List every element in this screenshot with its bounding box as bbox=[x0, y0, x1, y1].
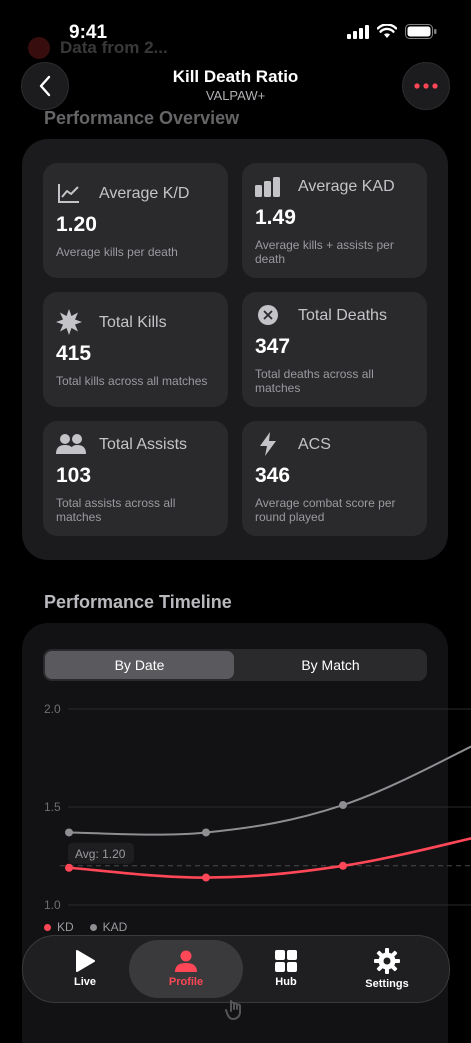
page-subtitle: VALPAW+ bbox=[205, 88, 266, 103]
stat-value: 415 bbox=[56, 342, 92, 365]
stat-tile-average-kad[interactable]: Average KAD 1.49 Average kills + assists… bbox=[242, 163, 427, 278]
data-point-kad bbox=[339, 801, 347, 810]
battery-icon bbox=[405, 24, 437, 39]
tab-profile[interactable]: Profile bbox=[129, 940, 243, 998]
bar-chart-icon bbox=[255, 174, 281, 200]
data-point-kd bbox=[65, 863, 73, 872]
data-point-kad bbox=[65, 828, 73, 837]
stat-label: Average KAD bbox=[298, 178, 395, 195]
stat-description: Total deaths across all matches bbox=[255, 367, 374, 395]
tab-label: Live bbox=[73, 976, 96, 988]
segment-by-date[interactable]: By Date bbox=[45, 651, 234, 679]
legend-dot-kad bbox=[89, 923, 97, 931]
stat-tile-total-kills[interactable]: Total Kills 415 Total kills across all m… bbox=[43, 292, 228, 407]
y-tick-label: 1.5 bbox=[44, 800, 61, 814]
timeline-segmented-control: By Date By Match bbox=[43, 649, 427, 681]
stat-tile-total-deaths[interactable]: Total Deaths 347 Total deaths across all… bbox=[242, 292, 427, 407]
stat-tile-total-assists[interactable]: Total Assists 103 Total assists across a… bbox=[43, 421, 228, 536]
y-tick-label: 1.0 bbox=[44, 898, 61, 912]
page-title: Kill Death Ratio bbox=[172, 67, 299, 86]
tab-hub[interactable]: Hub bbox=[230, 940, 342, 998]
overview-section-title: Performance Overview bbox=[44, 108, 240, 128]
stat-value: 1.49 bbox=[255, 206, 296, 229]
stat-label: Total Deaths bbox=[298, 307, 387, 324]
y-tick-label: 2.0 bbox=[44, 702, 61, 716]
tab-label: Hub bbox=[275, 976, 297, 988]
data-point-kad bbox=[202, 828, 210, 837]
wifi-icon bbox=[377, 24, 397, 38]
x-circle-icon bbox=[255, 302, 281, 328]
segment-by-match[interactable]: By Match bbox=[236, 651, 425, 679]
status-time: 9:41 bbox=[69, 22, 108, 43]
trend-icon bbox=[56, 180, 82, 206]
performance-line-chart: 2.0 1.5 1.0 Avg: 1.20 bbox=[44, 702, 471, 912]
stat-tile-average-kd[interactable]: Average K/D 1.20 Average kills per death bbox=[43, 163, 228, 278]
stat-description: Total kills across all matches bbox=[56, 374, 208, 388]
tab-label: Settings bbox=[365, 978, 409, 990]
chart-legend: KD KAD bbox=[44, 920, 127, 934]
stat-value: 103 bbox=[56, 464, 92, 487]
alert-dot-icon bbox=[28, 37, 50, 59]
ellipsis-icon bbox=[414, 83, 438, 89]
stat-label: Total Assists bbox=[99, 436, 188, 453]
tab-settings[interactable]: Settings bbox=[331, 940, 443, 998]
stat-description: Total assists across all matches bbox=[56, 496, 176, 524]
notification-banner-ghost: Data from 2... bbox=[28, 33, 218, 63]
grid-icon bbox=[275, 950, 297, 972]
hand-pointer-icon bbox=[225, 1000, 241, 1020]
stat-value: 1.20 bbox=[56, 213, 97, 236]
status-icons bbox=[347, 24, 437, 39]
stat-value: 347 bbox=[255, 335, 291, 358]
legend-label-kad: KAD bbox=[102, 920, 128, 934]
tab-live[interactable]: Live bbox=[29, 940, 141, 998]
data-point-kd bbox=[339, 861, 347, 870]
series-line-kad bbox=[68, 745, 471, 836]
stat-tile-acs[interactable]: ACS 346 Average combat score per round p… bbox=[242, 421, 427, 536]
stat-description: Average kills + assists per death bbox=[255, 238, 394, 266]
tab-label: Profile bbox=[168, 976, 204, 988]
more-options-button[interactable] bbox=[402, 62, 450, 110]
legend-label-kd: KD bbox=[57, 920, 74, 934]
stat-label: Average K/D bbox=[99, 185, 190, 202]
legend-dot-kd bbox=[44, 923, 51, 931]
stat-description: Average kills per death bbox=[56, 245, 178, 259]
average-label: Avg: 1.20 bbox=[75, 847, 126, 861]
person-icon bbox=[175, 950, 197, 972]
play-icon bbox=[76, 950, 95, 972]
stat-label: Total Kills bbox=[99, 314, 167, 331]
stat-description: Average combat score per round played bbox=[255, 496, 396, 524]
data-point-kd bbox=[202, 873, 210, 882]
stat-label: ACS bbox=[298, 436, 331, 453]
tab-bar: Live Profile Hub Settings bbox=[22, 935, 450, 1003]
people-icon bbox=[56, 431, 86, 457]
stat-value: 346 bbox=[255, 464, 291, 487]
burst-icon bbox=[56, 309, 82, 335]
bolt-icon bbox=[255, 431, 281, 457]
cellular-signal-icon bbox=[347, 24, 369, 39]
timeline-section-title: Performance Timeline bbox=[44, 592, 232, 612]
gear-icon bbox=[374, 948, 400, 974]
